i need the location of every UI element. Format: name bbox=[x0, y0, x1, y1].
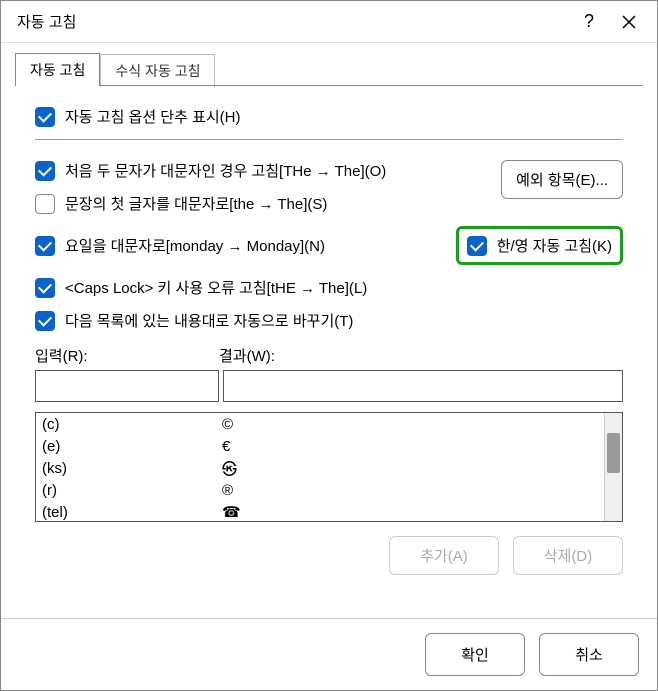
checkbox-label[interactable]: 자동 고침 옵션 단추 표시(H) bbox=[65, 106, 241, 127]
titlebar: 자동 고침 ? bbox=[1, 1, 657, 43]
tab-label: 자동 고침 bbox=[30, 62, 85, 78]
checkbox-show-button[interactable] bbox=[35, 107, 55, 127]
button-label: 취소 bbox=[575, 647, 603, 664]
tab-math-autocorrect[interactable]: 수식 자동 고침 bbox=[100, 54, 215, 87]
list-scrollbar[interactable] bbox=[604, 413, 622, 521]
button-label: 추가(A) bbox=[420, 548, 468, 565]
checkbox-label[interactable]: <Caps Lock> 키 사용 오류 고침[tHE → The](L) bbox=[65, 277, 367, 298]
list-item-input: (c) bbox=[42, 416, 222, 433]
checkbox-han-eng[interactable] bbox=[467, 236, 487, 256]
tabs: 자동 고침 수식 자동 고침 bbox=[1, 43, 657, 86]
cancel-button[interactable]: 취소 bbox=[539, 633, 639, 676]
exceptions-button[interactable]: 예외 항목(E)... bbox=[501, 160, 623, 199]
checkbox-label[interactable]: 처음 두 문자가 대문자인 경우 고침[THe → The](O) bbox=[65, 160, 386, 181]
option-capitalize-days: 요일을 대문자로[monday → Monday](N) bbox=[35, 235, 325, 256]
dialog-footer: 확인 취소 bbox=[1, 618, 657, 690]
delete-button[interactable]: 삭제(D) bbox=[513, 536, 623, 575]
checkbox-label[interactable]: 요일을 대문자로[monday → Monday](N) bbox=[65, 235, 325, 256]
checkbox-caps-lock[interactable] bbox=[35, 278, 55, 298]
checkbox-two-initial-caps[interactable] bbox=[35, 161, 55, 181]
list-item-output: ㉿ bbox=[222, 458, 598, 479]
option-han-eng-highlight: 한/영 자동 고침(K) bbox=[456, 226, 623, 265]
list-actions: 추가(A) 삭제(D) bbox=[35, 536, 623, 575]
field-labels: 입력(R): 결과(W): bbox=[35, 345, 623, 366]
button-label: 확인 bbox=[461, 647, 489, 664]
option-capitalize-sentence: 문장의 첫 글자를 대문자로[the → The](S) bbox=[35, 193, 501, 214]
result-label: 결과(W): bbox=[219, 345, 275, 366]
close-button[interactable] bbox=[609, 6, 649, 38]
list-item-output: ® bbox=[222, 482, 598, 499]
list-item-input: (r) bbox=[42, 482, 222, 499]
close-icon bbox=[622, 15, 636, 29]
option-show-button: 자동 고침 옵션 단추 표시(H) bbox=[35, 106, 623, 127]
option-two-initial-caps: 처음 두 문자가 대문자인 경우 고침[THe → The](O) bbox=[35, 160, 501, 181]
help-button[interactable]: ? bbox=[569, 6, 609, 38]
autocorrect-dialog: 자동 고침 ? 자동 고침 수식 자동 고침 자동 고침 옵션 단추 표시(H) bbox=[0, 0, 658, 691]
checkbox-label[interactable]: 다음 목록에 있는 내용대로 자동으로 바꾸기(T) bbox=[65, 310, 353, 331]
option-replace-text: 다음 목록에 있는 내용대로 자동으로 바꾸기(T) bbox=[35, 310, 623, 331]
checkbox-capitalize-sentence[interactable] bbox=[35, 194, 55, 214]
option-caps-lock: <Caps Lock> 키 사용 오류 고침[tHE → The](L) bbox=[35, 277, 623, 298]
dialog-title: 자동 고침 bbox=[17, 11, 569, 32]
button-label: 삭제(D) bbox=[544, 548, 592, 565]
fields-row bbox=[35, 370, 623, 402]
replace-input[interactable] bbox=[35, 370, 219, 402]
add-button[interactable]: 추가(A) bbox=[389, 536, 499, 575]
list-item-input: (e) bbox=[42, 438, 222, 455]
list-item[interactable]: (tel) ☎ bbox=[36, 501, 604, 521]
with-input[interactable] bbox=[223, 370, 623, 402]
list-item[interactable]: (e) € bbox=[36, 435, 604, 457]
list-item-input: (tel) bbox=[42, 504, 222, 521]
checkbox-capitalize-days[interactable] bbox=[35, 236, 55, 256]
replacement-list[interactable]: (c) © (e) € (ks) ㉿ (r) ® (tel) ☎ bbox=[35, 412, 623, 522]
scroll-thumb[interactable] bbox=[607, 433, 620, 473]
button-label: 예외 항목(E)... bbox=[516, 172, 608, 189]
help-icon: ? bbox=[584, 11, 594, 32]
divider bbox=[35, 139, 623, 140]
tab-autocorrect[interactable]: 자동 고침 bbox=[15, 53, 100, 86]
list-item[interactable]: (ks) ㉿ bbox=[36, 457, 604, 479]
list-item[interactable]: (c) © bbox=[36, 413, 604, 435]
caps-options-row: 처음 두 문자가 대문자인 경우 고침[THe → The](O) 문장의 첫 … bbox=[35, 160, 623, 226]
list-rows: (c) © (e) € (ks) ㉿ (r) ® (tel) ☎ bbox=[36, 413, 604, 521]
tab-label: 수식 자동 고침 bbox=[115, 63, 200, 79]
list-item-output: ☎ bbox=[222, 503, 598, 521]
option-row-days-haneng: 요일을 대문자로[monday → Monday](N) 한/영 자동 고침(K… bbox=[35, 226, 623, 265]
list-item-output: € bbox=[222, 438, 598, 455]
checkbox-replace-text[interactable] bbox=[35, 311, 55, 331]
input-label: 입력(R): bbox=[35, 345, 219, 366]
list-item[interactable]: (r) ® bbox=[36, 479, 604, 501]
checkbox-label[interactable]: 문장의 첫 글자를 대문자로[the → The](S) bbox=[65, 193, 327, 214]
caps-options-left: 처음 두 문자가 대문자인 경우 고침[THe → The](O) 문장의 첫 … bbox=[35, 160, 501, 226]
checkbox-label[interactable]: 한/영 자동 고침(K) bbox=[497, 235, 612, 256]
ok-button[interactable]: 확인 bbox=[425, 633, 525, 676]
tab-panel: 자동 고침 옵션 단추 표시(H) 처음 두 문자가 대문자인 경우 고침[TH… bbox=[15, 85, 643, 617]
list-item-output: © bbox=[222, 416, 598, 433]
list-item-input: (ks) bbox=[42, 460, 222, 477]
